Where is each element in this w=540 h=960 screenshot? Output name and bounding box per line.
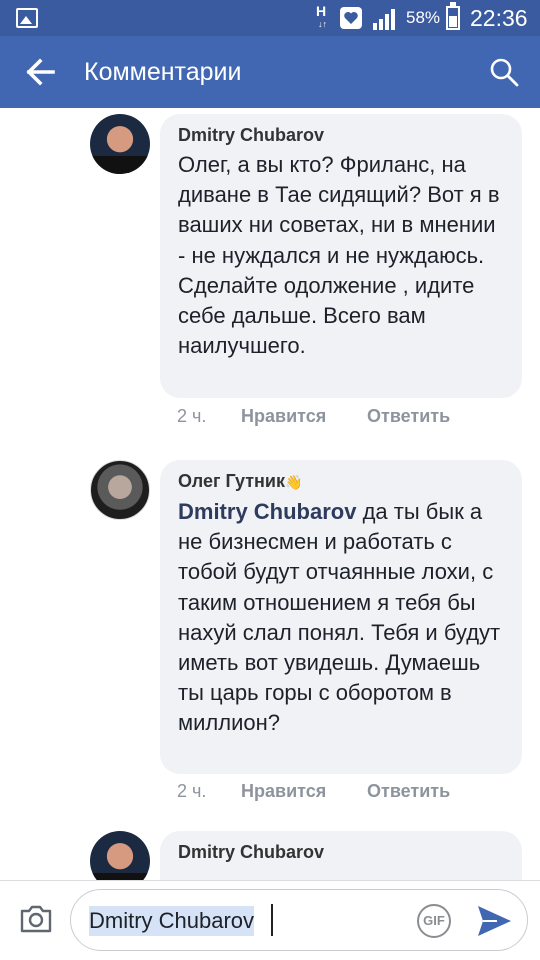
network-type-label: H (316, 3, 327, 19)
like-button[interactable]: Нравится (241, 781, 326, 802)
comment-author-row: Олег Гутник👋 (178, 470, 504, 493)
network-activity-icon: ↓↑ (318, 19, 327, 29)
comment-text-block: Dmitry Chubarov да ты бык а не бизнесмен… (178, 497, 504, 739)
comment-input-text: Dmitry Chubarov (89, 906, 255, 936)
comment-composer: Dmitry Chubarov GIF (0, 880, 540, 960)
comment-author[interactable]: Dmitry Chubarov (178, 841, 504, 863)
signal-strength-icon (373, 9, 395, 30)
back-arrow-icon[interactable] (26, 58, 56, 86)
clock: 22:36 (470, 5, 528, 31)
comment-actions: 2 ч. Нравится Ответить (177, 406, 517, 430)
like-button[interactable]: Нравится (241, 406, 326, 427)
comment-input[interactable]: Dmitry Chubarov GIF (70, 889, 528, 951)
comment-time: 2 ч. (177, 781, 207, 801)
send-icon[interactable] (475, 903, 513, 939)
gallery-notification-icon (16, 8, 38, 28)
app-bar: Комментарии (0, 36, 540, 108)
page-title: Комментарии (84, 58, 242, 86)
avatar[interactable] (90, 831, 150, 880)
comment-actions: 2 ч. Нравится Ответить (177, 781, 517, 805)
status-bar: H ↓↑ 58% 22:36 (0, 0, 540, 36)
comment-time: 2 ч. (177, 406, 207, 426)
battery-percentage: 58% (406, 8, 441, 27)
avatar[interactable] (90, 114, 150, 174)
camera-icon[interactable] (18, 903, 54, 935)
reply-button[interactable]: Ответить (367, 406, 450, 427)
heart-notification-icon (340, 7, 362, 29)
gif-icon[interactable]: GIF (417, 904, 451, 938)
comment-author[interactable]: Dmitry Chubarov (178, 124, 504, 146)
search-icon[interactable] (488, 56, 520, 88)
battery-icon (446, 2, 460, 30)
text-caret (271, 904, 273, 936)
mention-link[interactable]: Dmitry Chubarov (178, 499, 356, 524)
avatar[interactable] (90, 460, 150, 520)
comment-author[interactable]: Олег Гутник (178, 471, 285, 491)
comment-bubble: Dmitry Chubarov (160, 831, 522, 880)
comment-text: да ты бык а не бизнесмен и работать с то… (178, 499, 501, 736)
reply-button[interactable]: Ответить (367, 781, 450, 802)
comment-list[interactable]: Dmitry Chubarov Олег, а вы кто? Фриланс,… (0, 108, 540, 880)
comment-text: Олег, а вы кто? Фриланс, на диване в Тае… (178, 152, 500, 359)
comment-bubble: Dmitry Chubarov Олег, а вы кто? Фриланс,… (160, 114, 522, 398)
comment-bubble: Олег Гутник👋 Dmitry Chubarov да ты бык а… (160, 460, 522, 774)
wave-badge-icon: 👋 (284, 474, 303, 490)
